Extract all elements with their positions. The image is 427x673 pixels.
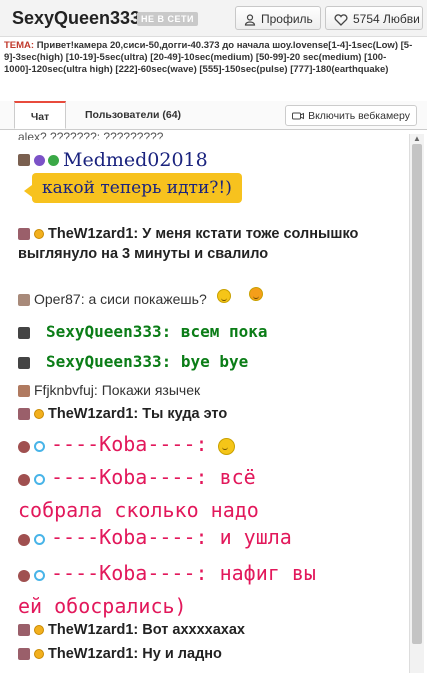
message-text-continued: ей обосрались) [18, 594, 187, 618]
avatar [18, 356, 30, 369]
avatar [18, 408, 30, 421]
badge-ring-icon [34, 474, 45, 486]
message-text: ----Koba----: и ушла [51, 525, 292, 549]
message-username[interactable]: TheW1zard1: [48, 226, 138, 242]
chat-message: TheW1zard1: Ты куда это [18, 406, 406, 422]
chat-message: Medmed02018 [18, 149, 406, 171]
message-text: Ну и ладно [142, 646, 222, 662]
star-badge-icon [34, 154, 45, 166]
message-username[interactable]: TheW1zard1: [48, 622, 138, 638]
message-username[interactable]: Oper87: [34, 291, 85, 307]
avatar [18, 624, 30, 637]
badge-ring-icon [34, 441, 45, 453]
topic-text: Привет!камера 20,сиси-50,догги-40.373 до… [4, 40, 413, 75]
chat-tabbar: Чат Пользователи (64) Включить вебкамеру [0, 101, 427, 130]
message-text: ----Koba----: [51, 432, 208, 456]
avatar [18, 440, 30, 453]
chat-scrollbar[interactable]: ▲ [409, 134, 424, 673]
chat-message: alex? ???????: ????????? [18, 130, 406, 140]
heart-icon [334, 14, 348, 26]
message-text: ----Koba----: всё [51, 465, 256, 489]
message-text: SexyQueen333: всем пока [46, 322, 268, 341]
avatar [18, 648, 30, 661]
message-bubble: какой теперь идти?!) [24, 173, 242, 203]
enable-webcam-label: Включить вебкамеру [308, 110, 410, 122]
message-text: SexyQueen333: bye bye [46, 352, 249, 371]
chat-message: TheW1zard1: У меня кстати тоже солнышко … [18, 224, 406, 264]
profile-button[interactable]: Профиль [235, 6, 321, 30]
badge-ring-icon [34, 534, 45, 546]
chat-message: ----Koba----: всё собрала сколько надо [18, 462, 406, 528]
message-username[interactable]: TheW1zard1: [48, 646, 138, 662]
room-topic: ТЕМА: Привет!камера 20,сиси-50,догги-40.… [4, 40, 424, 76]
message-username[interactable]: Ffjknbvfuj: [34, 382, 98, 398]
tab-chat[interactable]: Чат [14, 101, 66, 129]
avatar [18, 326, 30, 339]
chat-message: ----Koba----: и ушла [18, 525, 406, 549]
message-username[interactable]: Medmed02018 [63, 149, 208, 171]
message-text: ----Koba----: нафиг вы [51, 561, 316, 585]
chat-message: Ffjknbvfuj: Покажи язычек [18, 382, 406, 398]
message-username[interactable]: TheW1zard1: [48, 406, 138, 422]
avatar [18, 569, 30, 582]
room-username: SexyQueen333 [12, 8, 141, 28]
avatar [18, 294, 30, 307]
avatar [18, 228, 30, 241]
badge-ring-icon [34, 570, 45, 582]
tab-users[interactable]: Пользователи (64) [85, 101, 181, 129]
message-text: а сиси покажешь? [88, 291, 207, 307]
offline-badge: НЕ В СЕТИ [137, 12, 198, 26]
chat-message: ----Koba----: нафиг вы ей обосрались) [18, 558, 406, 624]
chat-message: Oper87: а сиси покажешь? [18, 287, 406, 307]
chat-message: TheW1zard1: Вот аххххахах [18, 622, 406, 638]
chat-message: ----Koba----: [18, 432, 406, 456]
avatar [18, 533, 30, 546]
scroll-up-arrow-icon[interactable]: ▲ [413, 134, 421, 143]
scroll-thumb[interactable] [412, 144, 422, 644]
smiley-icon [218, 438, 235, 456]
coin-icon [34, 409, 44, 420]
coin-icon [34, 625, 44, 636]
chat-message: SexyQueen333: bye bye [18, 352, 406, 372]
chat-message: SexyQueen333: всем пока [18, 322, 406, 342]
avatar [18, 473, 30, 486]
enable-webcam-button[interactable]: Включить вебкамеру [285, 105, 417, 126]
topic-label: ТЕМА: [4, 40, 35, 51]
avatar [18, 385, 30, 398]
love-button-label: 5754 Любви [353, 12, 420, 26]
user-icon [244, 14, 256, 26]
avatar [18, 154, 30, 166]
love-button[interactable]: 5754 Любви [325, 6, 423, 30]
message-text: Ты куда это [142, 406, 228, 422]
room-header: SexyQueen333 НЕ В СЕТИ Профиль 5754 Любв… [0, 0, 427, 37]
message-text-continued: собрала сколько надо [18, 498, 259, 522]
webcam-icon [292, 112, 305, 120]
chat-message: TheW1zard1: Ну и ладно [18, 646, 406, 662]
smiley-icon [216, 289, 231, 304]
coin-icon [34, 649, 44, 660]
check-badge-icon [48, 154, 59, 166]
smiley-icon [248, 287, 263, 302]
message-text: Покажи язычек [101, 382, 201, 398]
message-text: Вот аххххахах [142, 622, 245, 638]
message-text: alex? ???????: ????????? [18, 130, 164, 140]
profile-button-label: Профиль [261, 12, 313, 26]
coin-icon [34, 229, 44, 240]
